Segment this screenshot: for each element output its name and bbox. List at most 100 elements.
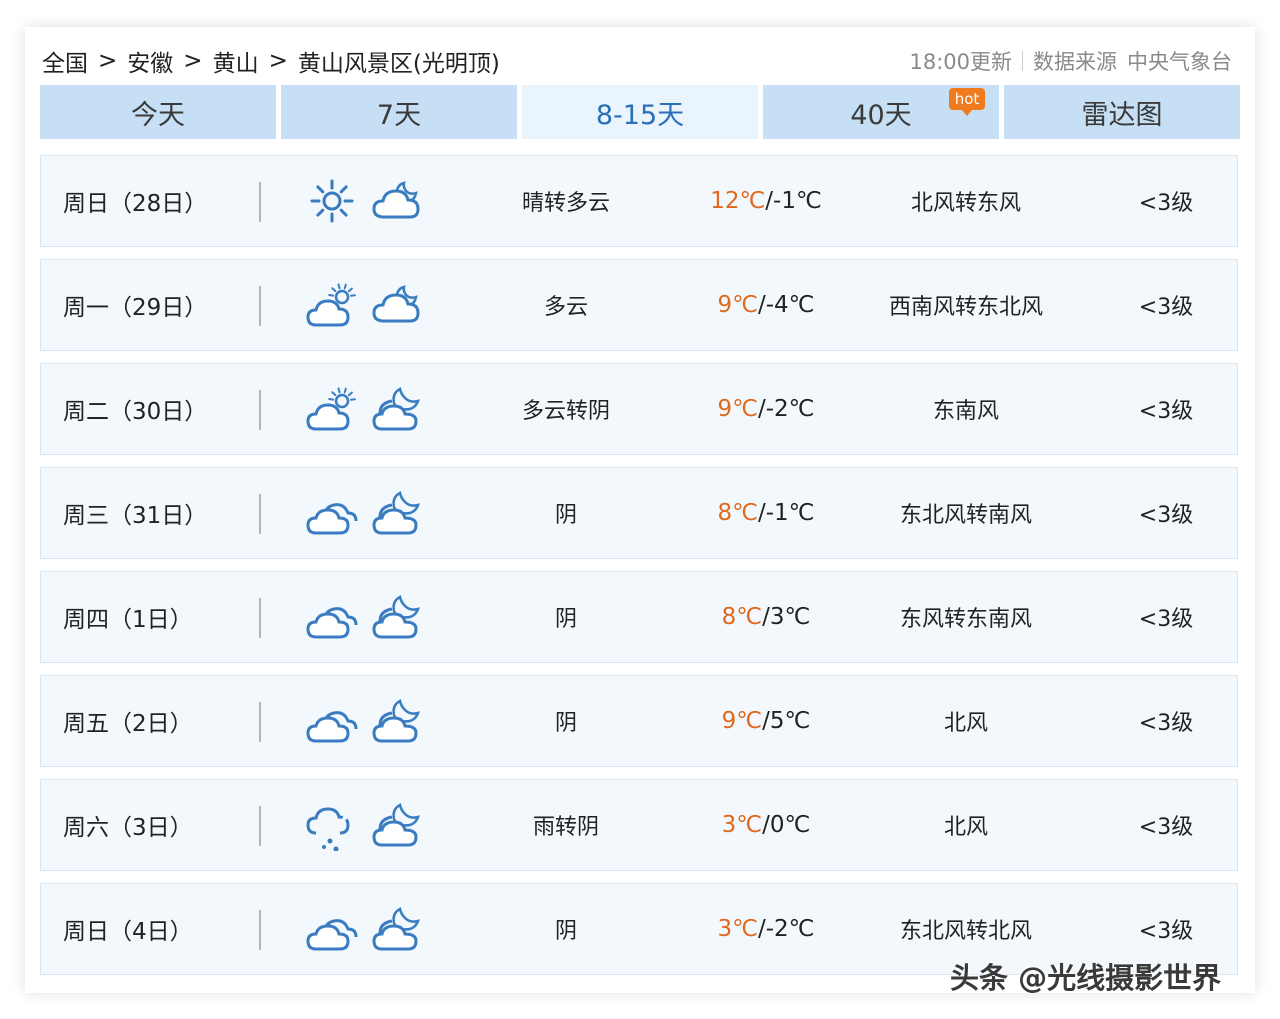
low-temp: /0℃ bbox=[762, 812, 811, 838]
tab-radar[interactable]: 雷达图 bbox=[1004, 85, 1240, 139]
forecast-row: 周四（1日） 阴 8℃/3℃ 东风转东南风 <3级 bbox=[40, 571, 1238, 663]
low-temp: /-2℃ bbox=[757, 916, 815, 942]
high-temp: 8℃ bbox=[717, 500, 758, 526]
overcast-night-icon bbox=[372, 699, 420, 743]
tab-label: 40天 bbox=[850, 99, 912, 131]
weather-icons bbox=[306, 572, 422, 662]
weather-icons bbox=[306, 468, 422, 558]
forecast-row: 周二（30日） 多云转阴 9℃/-2℃ 东南风 <3级 bbox=[40, 363, 1238, 455]
update-time: 18:00更新 bbox=[909, 50, 1012, 74]
weather-text: 阴 bbox=[554, 919, 577, 944]
row-divider bbox=[259, 806, 261, 846]
breadcrumb-city[interactable]: 黄山 bbox=[213, 44, 259, 78]
day-label: 周日（4日） bbox=[63, 919, 193, 945]
source-name: 中央气象台 bbox=[1127, 50, 1232, 74]
weather-text: 晴转多云 bbox=[521, 191, 610, 216]
day-label: 周日（28日） bbox=[63, 191, 208, 217]
wind-level: <3级 bbox=[1138, 399, 1194, 424]
partly-cloudy-icon bbox=[306, 283, 356, 327]
overcast-night-icon bbox=[372, 387, 420, 431]
breadcrumb-location: 黄山风景区(光明顶) bbox=[297, 51, 500, 77]
high-temp: 8℃ bbox=[721, 604, 763, 630]
high-temp: 3℃ bbox=[721, 812, 763, 838]
wind-level: <3级 bbox=[1138, 503, 1194, 528]
hot-badge: hot bbox=[949, 88, 985, 116]
breadcrumb-separator: > bbox=[268, 48, 288, 74]
wind-level: <3级 bbox=[1138, 295, 1194, 320]
breadcrumb-country[interactable]: 全国 bbox=[42, 44, 88, 78]
high-temp: 12℃ bbox=[710, 188, 766, 214]
row-divider bbox=[259, 598, 261, 638]
forecast-row: 周五（2日） 阴 9℃/5℃ 北风 <3级 bbox=[40, 675, 1238, 767]
overcast-night-icon bbox=[372, 803, 420, 847]
weather-text: 多云转阴 bbox=[521, 399, 610, 424]
wind-level: <3级 bbox=[1138, 711, 1194, 736]
watermark: 头条 @光线摄影世界 bbox=[950, 961, 1222, 995]
wind-direction: 西南风转东北风 bbox=[888, 295, 1043, 320]
temperature: 8℃/3℃ bbox=[671, 572, 861, 662]
tab-8-15-day[interactable]: 8-15天 bbox=[522, 85, 758, 139]
high-temp: 3℃ bbox=[717, 916, 758, 942]
temperature: 9℃/-4℃ bbox=[671, 260, 861, 350]
forecast-row: 周六（3日） 雨转阴 3℃/0℃ 北风 <3级 bbox=[40, 779, 1238, 871]
forecast-row: 周三（31日） 阴 8℃/-1℃ 东北风转南风 <3级 bbox=[40, 467, 1238, 559]
low-temp: /-2℃ bbox=[757, 396, 815, 422]
temperature: 9℃/5℃ bbox=[671, 676, 861, 766]
overcast-icon bbox=[306, 711, 358, 743]
breadcrumb-province[interactable]: 安徽 bbox=[127, 44, 173, 78]
breadcrumb-separator: > bbox=[183, 48, 203, 74]
low-temp: /-4℃ bbox=[757, 292, 815, 318]
temperature: 9℃/-2℃ bbox=[671, 364, 861, 454]
wind-level: <3级 bbox=[1138, 815, 1194, 840]
wind-direction: 东北风转南风 bbox=[899, 503, 1032, 528]
low-temp: /-1℃ bbox=[765, 188, 822, 214]
weather-icons bbox=[306, 260, 422, 350]
high-temp: 9℃ bbox=[717, 396, 758, 422]
row-divider bbox=[259, 910, 261, 950]
temperature: 8℃/-1℃ bbox=[671, 468, 861, 558]
temperature: 3℃/-2℃ bbox=[671, 884, 861, 974]
weather-icons bbox=[306, 156, 422, 246]
overcast-icon bbox=[306, 919, 358, 951]
tab-label: 今天 bbox=[131, 99, 185, 131]
low-temp: /3℃ bbox=[762, 604, 811, 630]
weather-text: 雨转阴 bbox=[532, 815, 599, 840]
cloudy-night-icon bbox=[372, 285, 420, 323]
weather-text: 阴 bbox=[554, 607, 577, 632]
forecast-tabs: 今天 7天 8-15天 40天 hot 雷达图 bbox=[40, 85, 1240, 139]
day-label: 周六（3日） bbox=[63, 815, 193, 841]
tab-label: 8-15天 bbox=[595, 99, 685, 131]
overcast-icon bbox=[306, 503, 358, 535]
row-divider bbox=[259, 494, 261, 534]
cloudy-night-icon bbox=[372, 181, 420, 219]
meta-divider bbox=[1022, 51, 1023, 71]
tab-40-day[interactable]: 40天 hot bbox=[763, 85, 999, 139]
update-meta: 18:00更新 数据来源 中央气象台 bbox=[909, 46, 1232, 76]
rain-icon bbox=[306, 807, 350, 851]
weather-icons bbox=[306, 884, 422, 974]
wind-direction: 北风 bbox=[943, 815, 988, 840]
high-temp: 9℃ bbox=[717, 292, 758, 318]
temperature: 12℃/-1℃ bbox=[671, 156, 861, 246]
overcast-night-icon bbox=[372, 491, 420, 535]
breadcrumb-separator: > bbox=[98, 48, 118, 74]
row-divider bbox=[259, 182, 261, 222]
breadcrumb: 全国 > 安徽 > 黄山 > 黄山风景区(光明顶) bbox=[42, 44, 500, 78]
source-label: 数据来源 bbox=[1033, 50, 1117, 74]
row-divider bbox=[259, 702, 261, 742]
high-temp: 9℃ bbox=[721, 708, 763, 734]
page-header: 全国 > 安徽 > 黄山 > 黄山风景区(光明顶) 18:00更新 数据来源 中… bbox=[42, 44, 1232, 78]
wind-direction: 东风转东南风 bbox=[899, 607, 1032, 632]
weather-icons bbox=[306, 780, 422, 870]
temperature: 3℃/0℃ bbox=[671, 780, 861, 870]
tab-today[interactable]: 今天 bbox=[40, 85, 276, 139]
day-label: 周五（2日） bbox=[63, 711, 193, 737]
wind-direction: 北风转东风 bbox=[910, 191, 1021, 216]
overcast-icon bbox=[306, 607, 358, 639]
tab-7-day[interactable]: 7天 bbox=[281, 85, 517, 139]
wind-level: <3级 bbox=[1138, 607, 1194, 632]
day-label: 周四（1日） bbox=[63, 607, 193, 633]
low-temp: /-1℃ bbox=[757, 500, 815, 526]
forecast-row: 周日（28日） 晴转多云 12℃/-1℃ 北风转东风 <3级 bbox=[40, 155, 1238, 247]
day-label: 周三（31日） bbox=[63, 503, 208, 529]
